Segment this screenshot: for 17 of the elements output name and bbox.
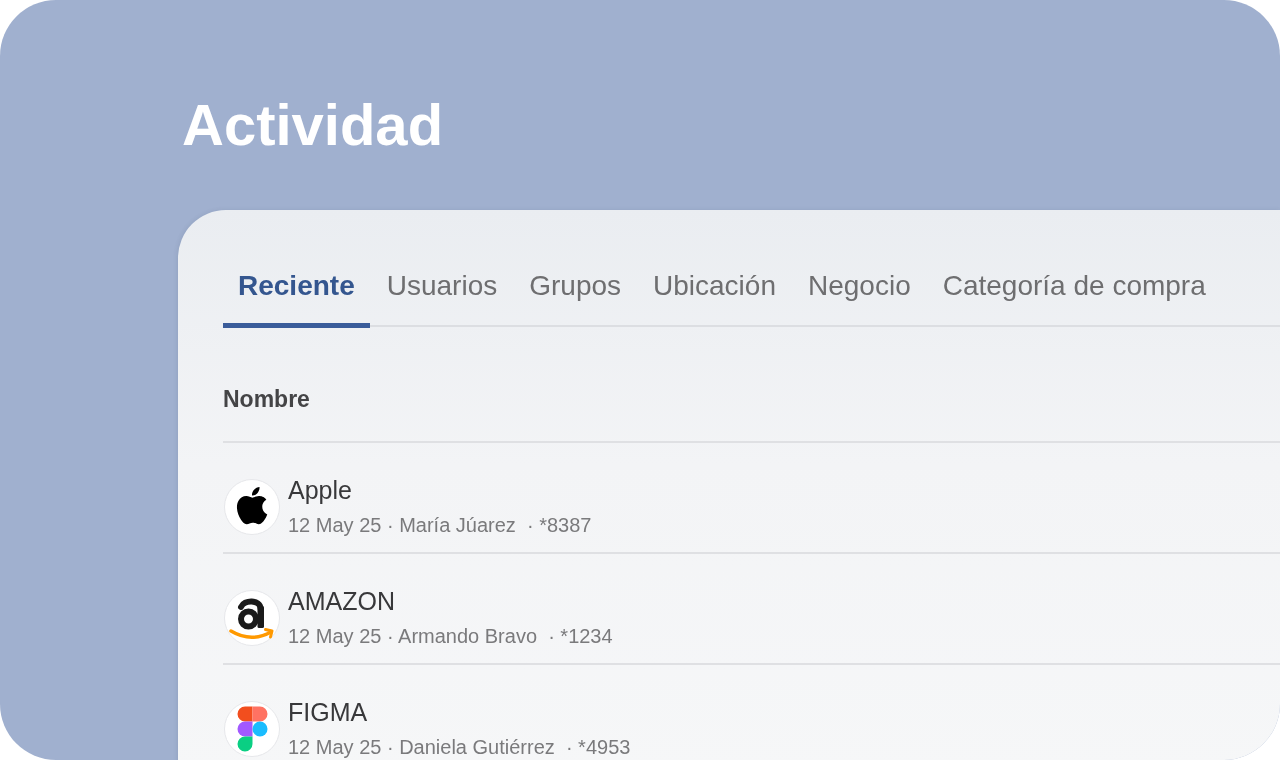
transaction-details: 12 May 25 · Armando Bravo · *1234 [288, 624, 613, 649]
amazon-logo-icon [224, 590, 280, 646]
page-title: Actividad [182, 91, 444, 159]
merchant-name: FIGMA [288, 697, 368, 727]
transaction-details: 12 May 25 · Daniela Gutiérrez · *4953 [288, 735, 631, 760]
tab[interactable]: Usuarios [371, 268, 513, 328]
figma-logo-icon [224, 701, 280, 757]
tab[interactable]: Categoría de compra [927, 268, 1221, 328]
tab[interactable]: Grupos [514, 268, 637, 328]
apple-logo-icon [224, 479, 280, 535]
merchant-name: AMAZON [288, 586, 395, 616]
tab[interactable]: Negocio [793, 268, 926, 328]
tab[interactable]: Reciente [223, 268, 370, 328]
column-header: Nombre [223, 385, 310, 413]
merchant-name: Apple [288, 475, 352, 505]
transaction-details: 12 May 25 · María Júarez · *8387 [288, 513, 592, 538]
tab[interactable]: Ubicación [638, 268, 791, 328]
